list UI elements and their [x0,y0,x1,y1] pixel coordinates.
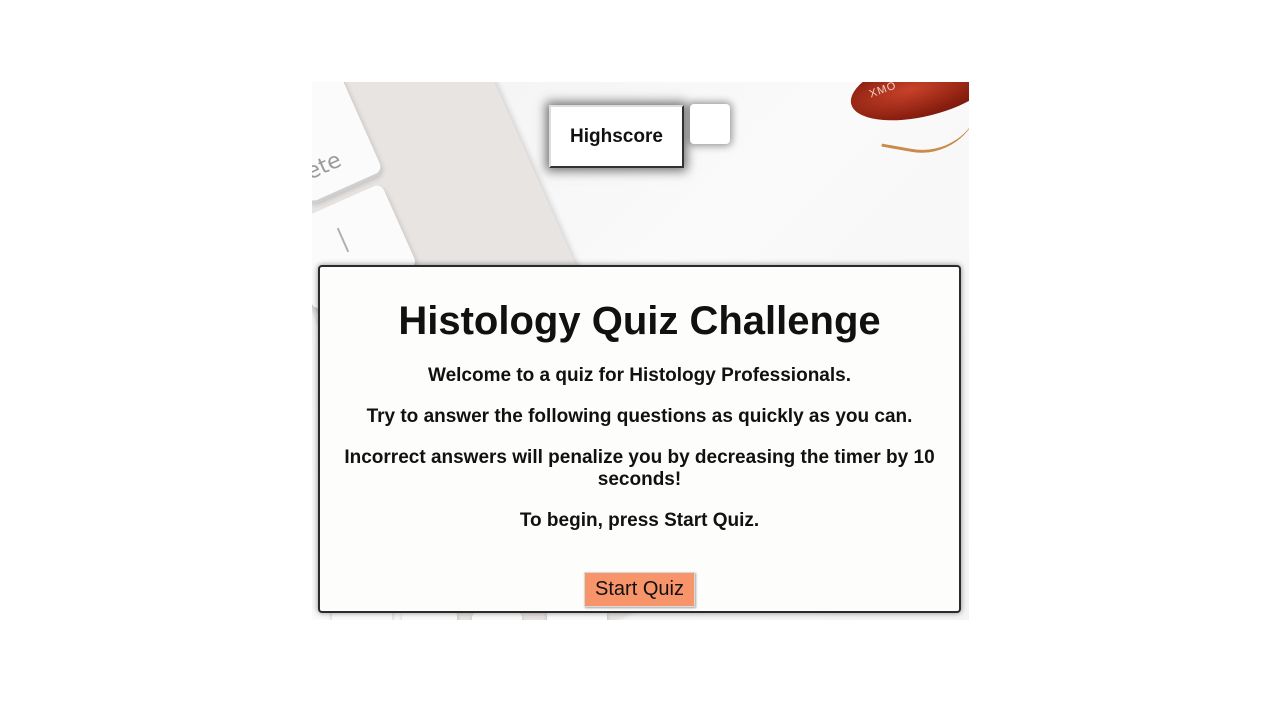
keyboard-key-image [472,612,522,620]
start-quiz-button[interactable]: Start Quiz [584,572,695,607]
quiz-intro-text: Try to answer the following questions as… [366,406,913,427]
quiz-title: Histology Quiz Challenge [398,299,881,343]
highscore-button-label: Highscore [570,125,663,147]
quiz-intro-text: Welcome to a quiz for Histology Professi… [427,365,851,386]
highscore-button[interactable]: Highscore [549,105,684,168]
timer-display [690,104,730,144]
sunglasses-arm-image [881,82,969,163]
quiz-intro-text: To begin, press Start Quiz. [519,510,760,531]
quiz-intro-card: Histology Quiz Challenge Welcome to a qu… [318,265,961,613]
quiz-intro-text: Incorrect answers will penalize you by d… [344,447,935,490]
quiz-page: ete XMO Highscore Histology Quiz Challen… [312,82,969,620]
